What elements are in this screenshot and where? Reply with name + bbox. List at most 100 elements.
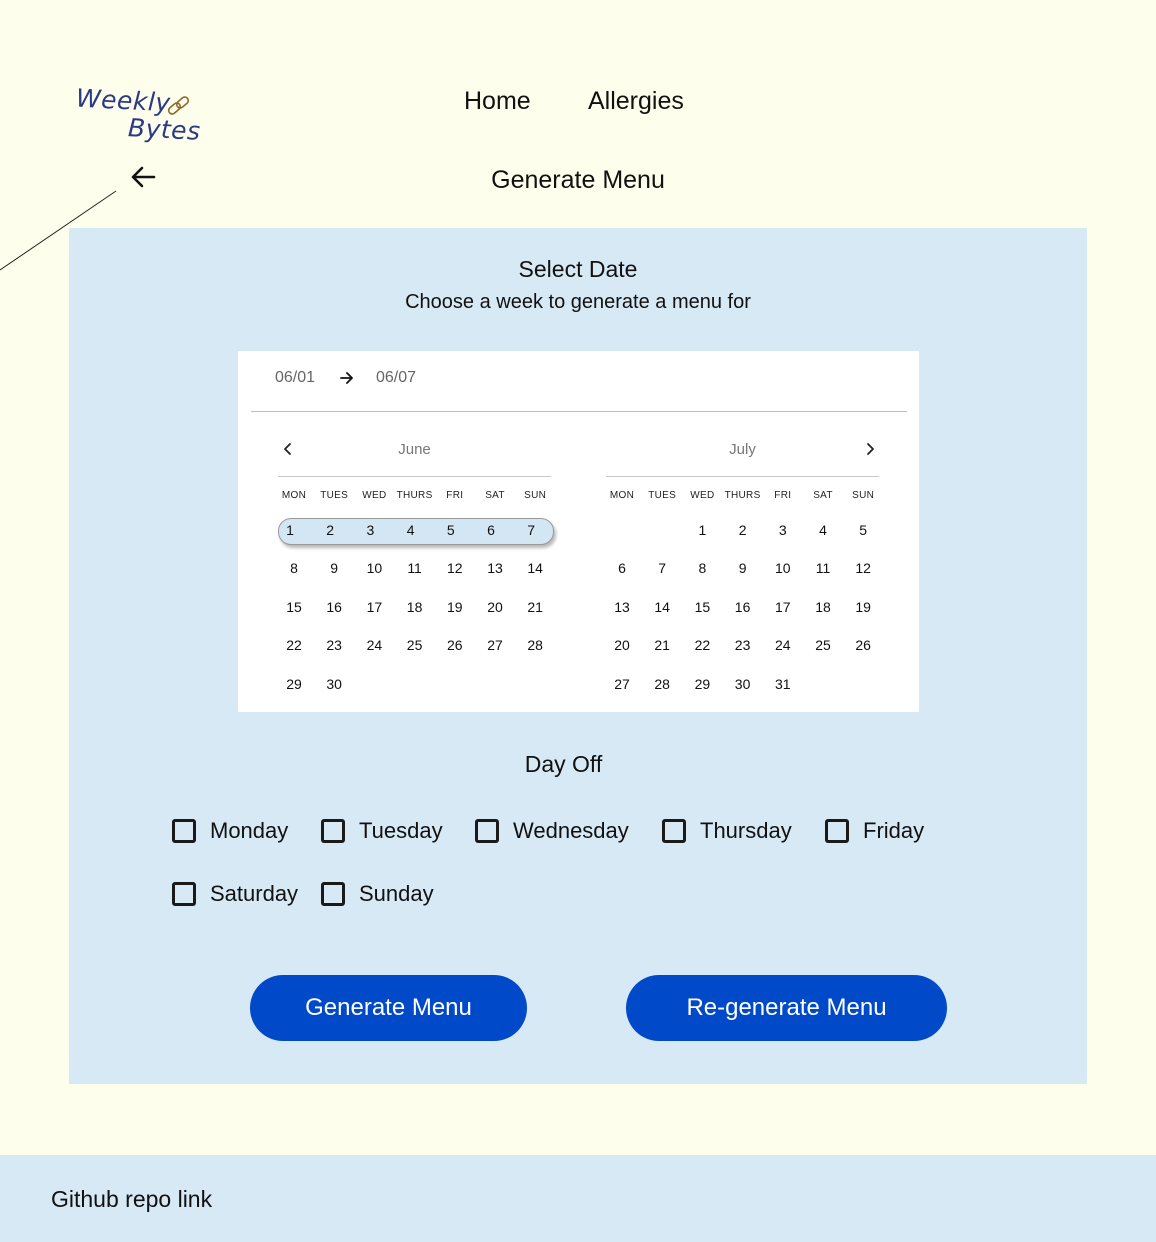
- calendar-day[interactable]: 21: [515, 597, 555, 617]
- calendar-day[interactable]: 25: [803, 635, 843, 655]
- weekday-header: SAT: [485, 490, 505, 501]
- logo-word-weekly: Weekly: [75, 83, 172, 118]
- weekday-header: MON: [609, 490, 635, 501]
- calendar-day[interactable]: 14: [515, 558, 555, 578]
- calendar-day[interactable]: 19: [435, 597, 475, 617]
- checkbox[interactable]: [662, 819, 686, 843]
- calendar-day[interactable]: 27: [475, 635, 515, 655]
- chevron-right-icon[interactable]: [861, 440, 879, 458]
- day-off-option-friday[interactable]: Friday: [825, 815, 924, 847]
- month-divider-june: [278, 476, 551, 477]
- checkbox[interactable]: [172, 882, 196, 906]
- calendar-day[interactable]: 21: [642, 635, 682, 655]
- calendar-day[interactable]: 15: [274, 597, 314, 617]
- calendar-day[interactable]: 2: [723, 520, 763, 540]
- checkbox[interactable]: [825, 819, 849, 843]
- calendar-day[interactable]: 26: [843, 635, 883, 655]
- calendar-day[interactable]: 30: [723, 674, 763, 694]
- calendar-day[interactable]: 8: [682, 558, 722, 578]
- calendar-day[interactable]: 23: [723, 635, 763, 655]
- calendar-day[interactable]: 13: [602, 597, 642, 617]
- calendar-day[interactable]: 30: [314, 674, 354, 694]
- calendar-day[interactable]: 18: [395, 597, 435, 617]
- github-repo-link[interactable]: Github repo link: [51, 1186, 212, 1213]
- checkbox[interactable]: [172, 819, 196, 843]
- weekday-header: SAT: [813, 490, 833, 501]
- day-off-option-saturday[interactable]: Saturday: [172, 878, 298, 910]
- calendar-day[interactable]: 29: [682, 674, 722, 694]
- calendar-day[interactable]: 2: [310, 520, 350, 540]
- weekday-header: SUN: [852, 490, 875, 501]
- day-off-option-tuesday[interactable]: Tuesday: [321, 815, 443, 847]
- calendar-day[interactable]: 12: [843, 558, 883, 578]
- checkbox[interactable]: [475, 819, 499, 843]
- regenerate-menu-button[interactable]: Re-generate Menu: [626, 975, 947, 1041]
- calendar-day[interactable]: 9: [314, 558, 354, 578]
- calendar-day[interactable]: 20: [475, 597, 515, 617]
- calendar-day[interactable]: 18: [803, 597, 843, 617]
- calendar-day[interactable]: 17: [354, 597, 394, 617]
- calendar-day[interactable]: 24: [354, 635, 394, 655]
- calendar-day[interactable]: 15: [682, 597, 722, 617]
- calendar-day[interactable]: 4: [391, 520, 431, 540]
- day-off-option-thursday[interactable]: Thursday: [662, 815, 792, 847]
- calendar-day[interactable]: 12: [435, 558, 475, 578]
- calendar-day[interactable]: 27: [602, 674, 642, 694]
- calendar-day[interactable]: 22: [274, 635, 314, 655]
- calendar-day[interactable]: 17: [763, 597, 803, 617]
- calendar-day[interactable]: 14: [642, 597, 682, 617]
- range-divider: [251, 411, 907, 412]
- calendar-day[interactable]: 5: [431, 520, 471, 540]
- calendar-day[interactable]: 24: [763, 635, 803, 655]
- calendar-day[interactable]: 1: [682, 520, 722, 540]
- day-off-option-wednesday[interactable]: Wednesday: [475, 815, 629, 847]
- logo[interactable]: Weekly Bytes: [75, 83, 216, 154]
- day-off-option-sunday[interactable]: Sunday: [321, 878, 434, 910]
- calendar-day[interactable]: 4: [803, 520, 843, 540]
- calendar-day[interactable]: 3: [763, 520, 803, 540]
- weekday-header: SUN: [524, 490, 547, 501]
- calendar-day[interactable]: 31: [763, 674, 803, 694]
- calendar-day[interactable]: 22: [682, 635, 722, 655]
- weekday-header: THURS: [724, 490, 761, 501]
- calendar-day[interactable]: 19: [843, 597, 883, 617]
- calendar-day[interactable]: 9: [723, 558, 763, 578]
- weekday-header: TUES: [648, 490, 677, 501]
- calendar-day[interactable]: 28: [515, 635, 555, 655]
- weekday-header: THURS: [396, 490, 433, 501]
- checkbox[interactable]: [321, 882, 345, 906]
- day-off-option-monday[interactable]: Monday: [172, 815, 288, 847]
- checkbox[interactable]: [321, 819, 345, 843]
- nav-home-link[interactable]: Home: [464, 87, 531, 116]
- range-start-value[interactable]: 06/01: [275, 369, 315, 387]
- calendar-day[interactable]: 7: [642, 558, 682, 578]
- range-end-value[interactable]: 06/07: [376, 369, 416, 387]
- calendar-day[interactable]: 10: [763, 558, 803, 578]
- logo-word-bytes: Bytes: [127, 113, 202, 146]
- month-title-july: July: [729, 441, 756, 458]
- calendar-day[interactable]: 6: [602, 558, 642, 578]
- calendar-day[interactable]: 16: [723, 597, 763, 617]
- weekday-header: WED: [362, 490, 387, 501]
- calendar-day[interactable]: 23: [314, 635, 354, 655]
- checkbox-label: Wednesday: [513, 818, 629, 843]
- calendar-day[interactable]: 29: [274, 674, 314, 694]
- calendar-day[interactable]: 28: [642, 674, 682, 694]
- select-date-subtitle: Choose a week to generate a menu for: [405, 291, 751, 313]
- calendar-day[interactable]: 13: [475, 558, 515, 578]
- calendar-day[interactable]: 1: [270, 520, 310, 540]
- calendar-day[interactable]: 8: [274, 558, 314, 578]
- generate-menu-button[interactable]: Generate Menu: [250, 975, 527, 1041]
- calendar-day[interactable]: 11: [395, 558, 435, 578]
- calendar-day[interactable]: 3: [350, 520, 390, 540]
- calendar-day[interactable]: 7: [511, 520, 551, 540]
- calendar-day[interactable]: 26: [435, 635, 475, 655]
- calendar-day[interactable]: 16: [314, 597, 354, 617]
- calendar-day[interactable]: 5: [843, 520, 883, 540]
- calendar-day[interactable]: 10: [354, 558, 394, 578]
- calendar-day[interactable]: 25: [395, 635, 435, 655]
- calendar-day[interactable]: 20: [602, 635, 642, 655]
- calendar-day[interactable]: 6: [471, 520, 511, 540]
- calendar-day[interactable]: 11: [803, 558, 843, 578]
- nav-allergies-link[interactable]: Allergies: [588, 87, 684, 116]
